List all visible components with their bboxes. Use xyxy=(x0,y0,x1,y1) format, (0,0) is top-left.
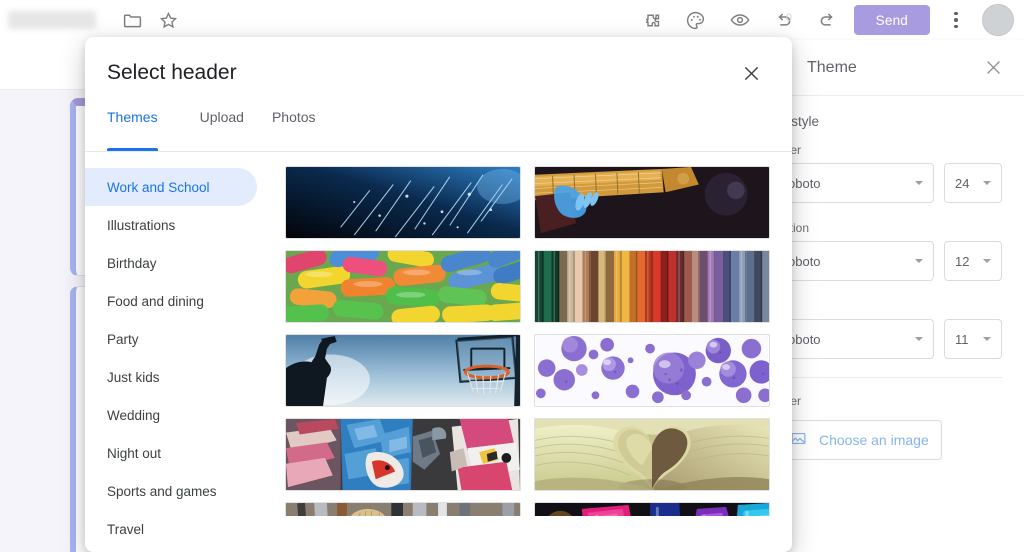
star-icon[interactable] xyxy=(150,2,186,38)
tab-label: Photos xyxy=(271,109,316,125)
app-toolbar: Send xyxy=(0,0,1024,40)
font-size-value: 12 xyxy=(955,253,970,269)
response-count: 0 xyxy=(785,12,792,24)
send-button[interactable]: Send xyxy=(853,5,930,35)
image-icon xyxy=(790,430,807,450)
chevron-down-icon xyxy=(915,181,923,185)
theme-thumbnail-chemistry-flasks[interactable] xyxy=(534,502,770,516)
undo-icon[interactable] xyxy=(766,2,802,38)
category-item-wedding[interactable]: Wedding xyxy=(85,396,257,434)
theme-thumbnail-colorful-candy[interactable] xyxy=(285,250,521,323)
dialog-title: Select header xyxy=(107,61,237,84)
text-style-group-text: xt oboto 11 xyxy=(777,299,1002,359)
theme-panel: Theme xt style ader oboto 24 xyxy=(754,40,1024,552)
font-family-value: oboto xyxy=(788,331,821,347)
category-item-birthday[interactable]: Birthday xyxy=(85,244,257,282)
theme-panel-body: xt style ader oboto 24 estion xyxy=(755,96,1024,460)
theme-thumbnail-purple-cells[interactable] xyxy=(534,334,770,407)
dialog-header: Select header xyxy=(85,37,792,109)
theme-image-grid xyxy=(285,166,770,516)
theme-thumbnail-electric-guitar[interactable] xyxy=(534,166,770,239)
dialog-tabs: Themes Upload Photos xyxy=(85,109,792,151)
divider xyxy=(777,377,1002,378)
theme-image-grid-wrapper xyxy=(271,152,792,516)
group-label: ader xyxy=(777,143,1002,157)
screen: Send 0 Theme xt style ader xyxy=(0,0,1024,552)
preview-eye-icon[interactable] xyxy=(722,2,758,38)
theme-thumbnail-papier-mache-art[interactable] xyxy=(285,418,521,491)
category-label: Sports and games xyxy=(107,483,217,499)
addons-puzzle-icon[interactable] xyxy=(634,2,670,38)
category-label: Birthday xyxy=(107,255,157,271)
category-label: Party xyxy=(107,331,139,347)
category-list: Work and School Illustrations Birthday F… xyxy=(85,152,271,537)
font-family-select[interactable]: oboto xyxy=(777,241,934,281)
font-family-select[interactable]: oboto xyxy=(777,319,934,359)
chevron-down-icon xyxy=(983,181,991,185)
category-label: Night out xyxy=(107,445,162,461)
form-title-redacted xyxy=(8,11,96,29)
category-item-travel[interactable]: Travel xyxy=(85,510,257,548)
close-icon[interactable] xyxy=(978,53,1008,83)
category-item-just-kids[interactable]: Just kids xyxy=(85,358,257,396)
palette-icon[interactable] xyxy=(678,2,714,38)
more-options-icon[interactable] xyxy=(938,2,974,38)
theme-panel-header: Theme xyxy=(755,40,1024,96)
text-style-heading: xt style xyxy=(777,114,820,129)
category-label: Wedding xyxy=(107,407,161,423)
theme-thumbnail-basketball-hoop[interactable] xyxy=(285,334,521,407)
redo-icon[interactable] xyxy=(810,2,846,38)
category-item-work-and-school[interactable]: Work and School xyxy=(85,168,257,206)
tab-upload[interactable]: Upload xyxy=(186,109,258,151)
choose-an-image-button[interactable]: Choose an image xyxy=(777,420,942,460)
chevron-down-icon xyxy=(983,259,991,263)
text-style-group-header: ader oboto 24 xyxy=(777,143,1002,203)
toolbar-right-group: Send xyxy=(634,2,1024,38)
choose-an-image-label: Choose an image xyxy=(819,432,929,448)
theme-thumbnail-colored-yarn[interactable] xyxy=(534,250,770,323)
category-item-party[interactable]: Party xyxy=(85,320,257,358)
theme-panel-title: Theme xyxy=(807,58,857,76)
theme-thumbnail-blue-light-streaks[interactable] xyxy=(285,166,521,239)
chevron-down-icon xyxy=(915,337,923,341)
font-family-value: oboto xyxy=(788,175,821,191)
category-label: Illustrations xyxy=(107,217,176,233)
text-style-group-question: estion oboto 12 xyxy=(777,221,1002,281)
category-label: Work and School xyxy=(107,179,210,195)
theme-thumbnail-paint-brushes[interactable] xyxy=(285,502,521,516)
close-icon[interactable] xyxy=(736,58,766,88)
font-size-value: 24 xyxy=(955,175,970,191)
category-item-sports-and-games[interactable]: Sports and games xyxy=(85,472,257,510)
folder-icon[interactable] xyxy=(114,2,150,38)
tab-label: Upload xyxy=(199,109,244,125)
font-family-value: oboto xyxy=(788,253,821,269)
chevron-down-icon xyxy=(983,337,991,341)
font-size-select[interactable]: 12 xyxy=(944,241,1002,281)
tab-photos[interactable]: Photos xyxy=(258,109,330,151)
category-item-night-out[interactable]: Night out xyxy=(85,434,257,472)
category-label: Food and dining xyxy=(107,293,204,309)
category-item-food-and-dining[interactable]: Food and dining xyxy=(85,282,257,320)
font-family-select[interactable]: oboto xyxy=(777,163,934,203)
dialog-body: Work and School Illustrations Birthday F… xyxy=(85,152,792,537)
group-label: xt xyxy=(777,299,1002,313)
category-item-illustrations[interactable]: Illustrations xyxy=(85,206,257,244)
group-label: estion xyxy=(777,221,810,235)
font-size-value: 11 xyxy=(955,331,969,347)
tab-themes[interactable]: Themes xyxy=(107,109,172,151)
avatar[interactable] xyxy=(982,4,1014,36)
font-size-select[interactable]: 11 xyxy=(944,319,1002,359)
header-section-label: ader xyxy=(777,394,1002,408)
tab-label: Themes xyxy=(107,109,158,125)
category-label: Just kids xyxy=(107,369,160,385)
theme-thumbnail-book-heart-pages[interactable] xyxy=(534,418,770,491)
chevron-down-icon xyxy=(915,259,923,263)
category-label: Travel xyxy=(107,521,145,537)
font-size-select[interactable]: 24 xyxy=(944,163,1002,203)
select-header-dialog: Select header Themes Upload Photos Work … xyxy=(85,37,792,552)
